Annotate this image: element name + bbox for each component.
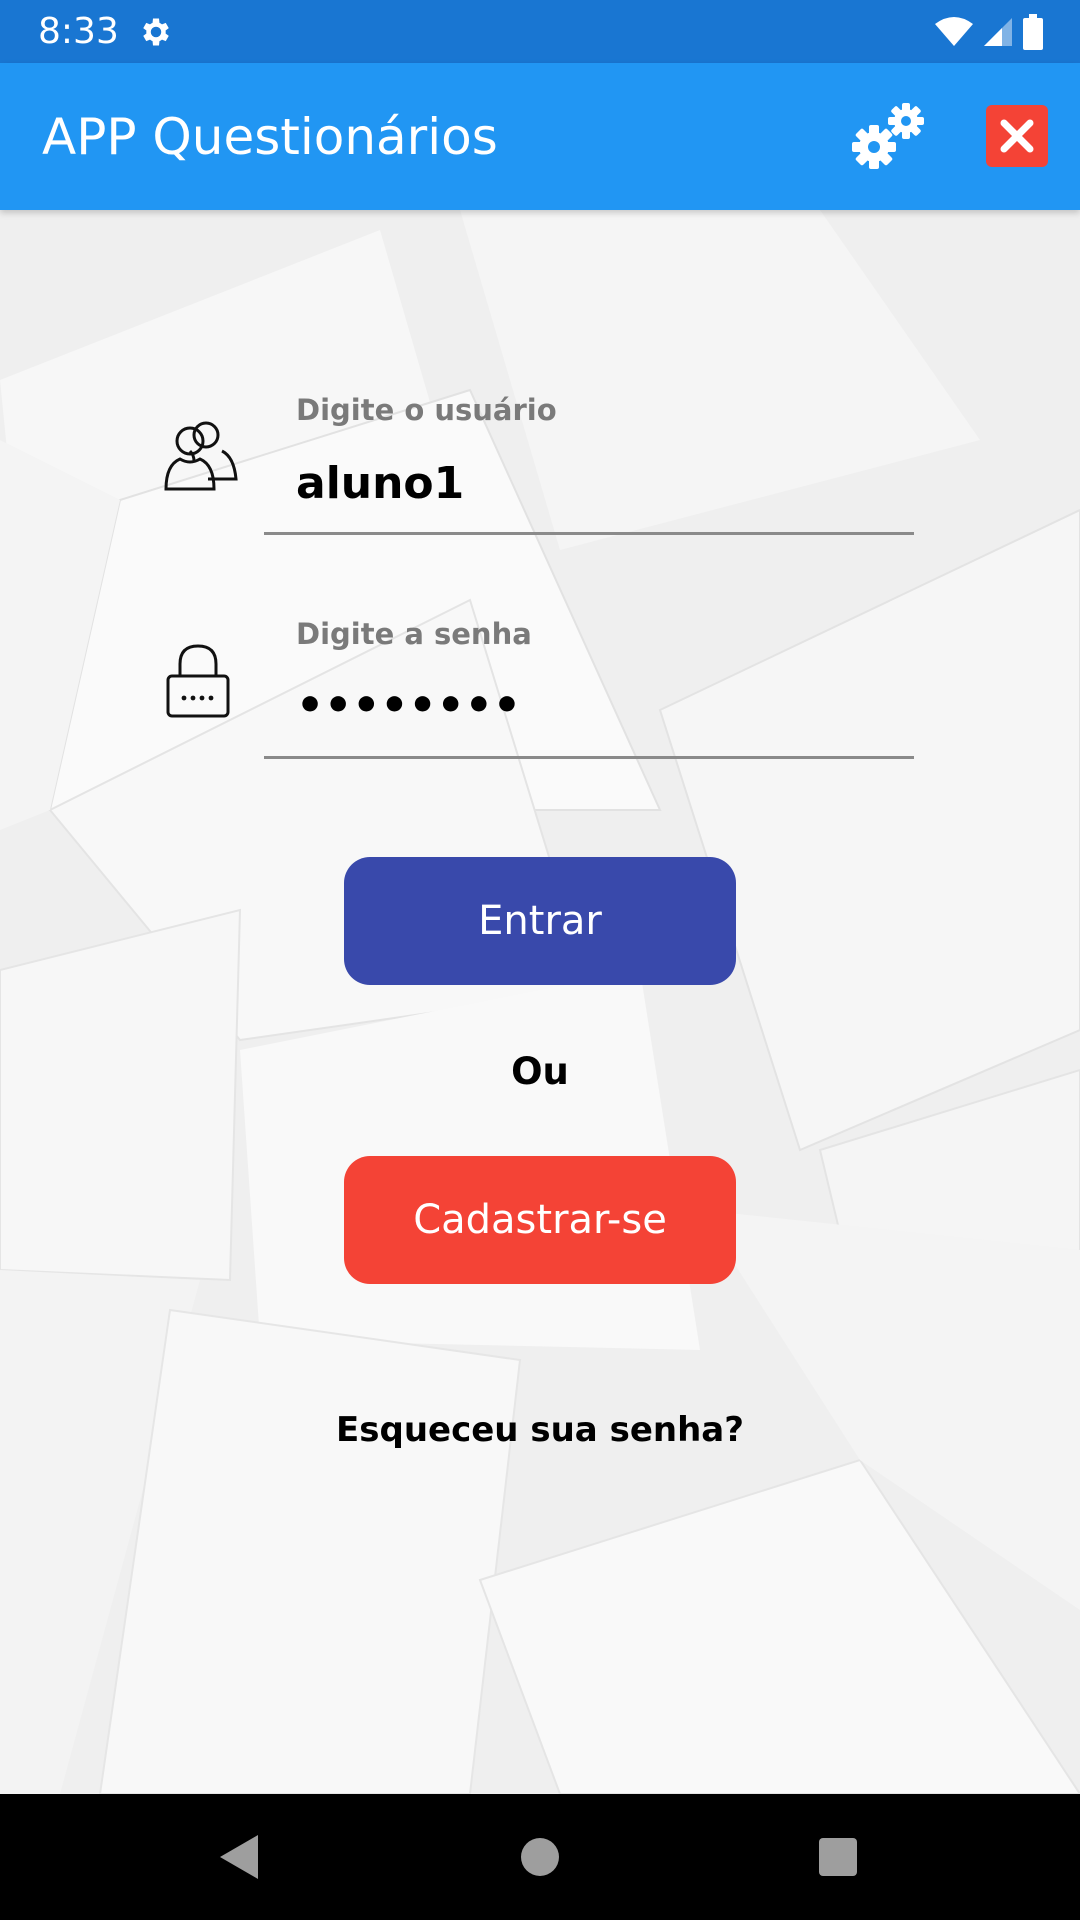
settings-icon (143, 18, 169, 46)
username-underline (264, 532, 914, 535)
recents-icon[interactable] (808, 1827, 868, 1887)
app-title: APP Questionários (42, 108, 498, 166)
forgot-password-link[interactable]: Esqueceu sua senha? (240, 1410, 840, 1450)
signup-button[interactable]: Cadastrar-se (344, 1156, 736, 1284)
username-label: Digite o usuário (296, 393, 557, 427)
navigation-bar (0, 1794, 1080, 1920)
gears-icon[interactable] (848, 95, 930, 177)
battery-icon (1023, 14, 1043, 50)
close-button[interactable] (986, 105, 1048, 167)
app-bar: APP Questionários (0, 63, 1080, 210)
status-icons (934, 14, 1044, 50)
login-button[interactable]: Entrar (344, 857, 736, 985)
status-time: 8:33 (38, 11, 119, 52)
back-icon[interactable] (210, 1827, 270, 1887)
or-label: Ou (511, 1050, 569, 1093)
lock-icon (166, 644, 230, 718)
username-input[interactable] (296, 456, 906, 512)
status-bar: 8:33 (0, 0, 1080, 63)
close-icon (1000, 119, 1034, 153)
login-screen: 8:33 APP Questionários Digite o usuário … (0, 0, 1080, 1920)
home-icon[interactable] (510, 1827, 570, 1887)
password-underline (264, 756, 914, 759)
password-input[interactable]: •••••••• (296, 678, 906, 734)
users-icon (164, 421, 238, 491)
signal-icon (984, 18, 1012, 46)
wifi-icon (935, 17, 973, 46)
password-label: Digite a senha (296, 617, 532, 651)
